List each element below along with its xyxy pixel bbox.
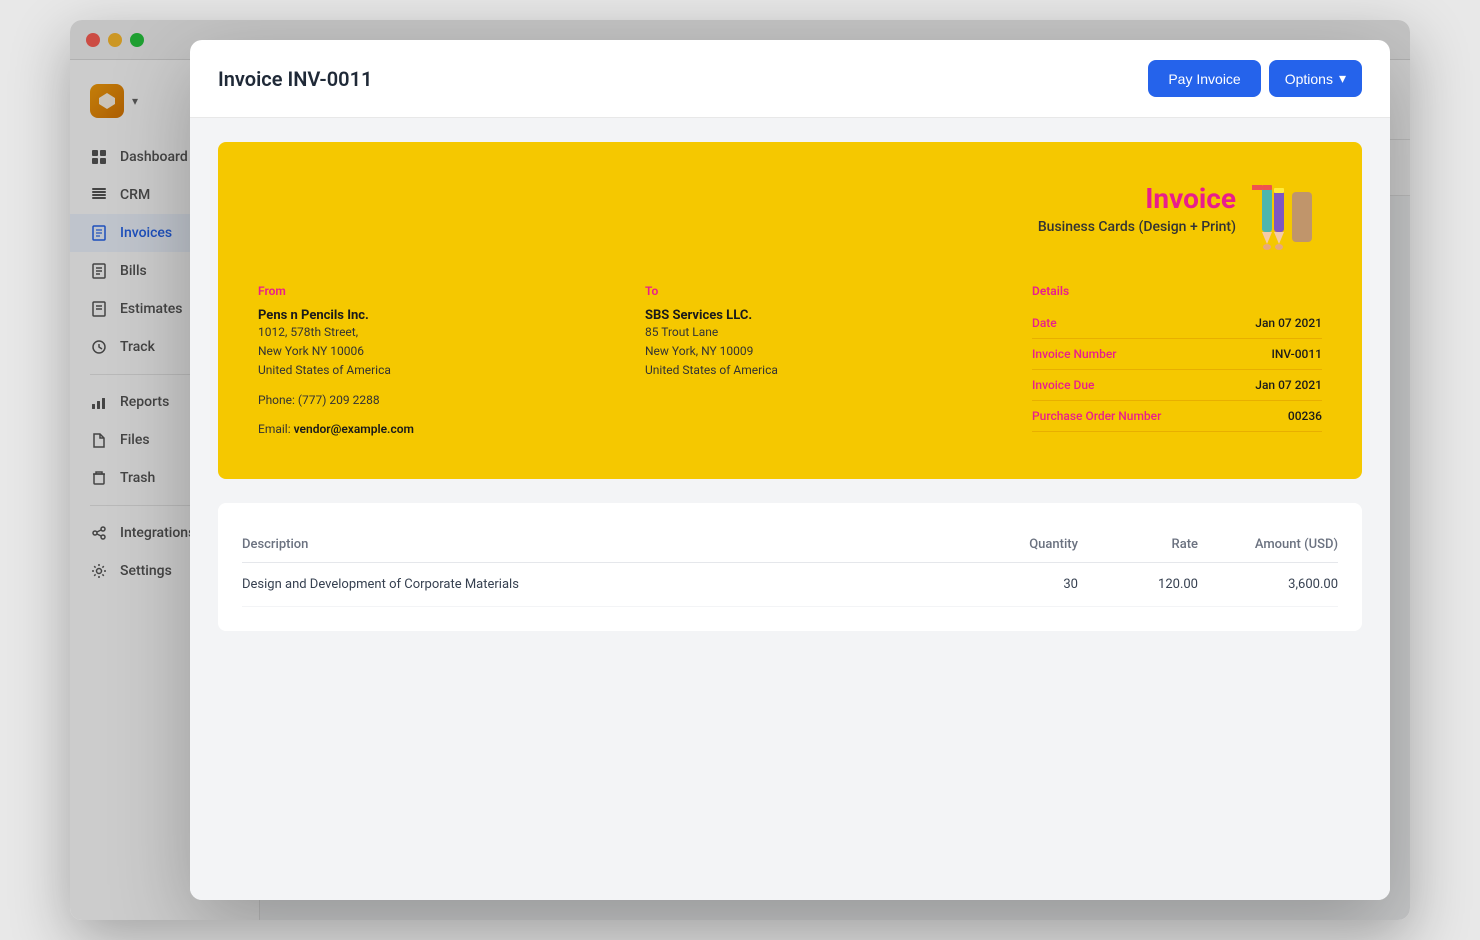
to-address2: New York, NY 10009 bbox=[645, 342, 1008, 361]
email-label: Email: bbox=[258, 422, 291, 436]
from-email-line: Email: vendor@example.com bbox=[258, 420, 621, 439]
col-description-header: Description bbox=[242, 537, 958, 552]
to-block: To SBS Services LLC. 85 Trout Lane New Y… bbox=[645, 284, 1008, 439]
from-address1: 1012, 578th Street, bbox=[258, 323, 621, 342]
invoice-details-row: From Pens n Pencils Inc. 1012, 578th Str… bbox=[258, 284, 1322, 439]
options-label: Options bbox=[1285, 71, 1333, 87]
detail-label: Date bbox=[1032, 316, 1057, 330]
from-phone: Phone: (777) 209 2288 bbox=[258, 391, 621, 410]
to-company: SBS Services LLC. bbox=[645, 308, 1008, 323]
detail-row: Date Jan 07 2021 bbox=[1032, 308, 1322, 339]
invoice-modal: Invoice INV-0011 Pay Invoice Options ▾ I… bbox=[190, 40, 1390, 900]
from-address3: United States of America bbox=[258, 361, 621, 380]
row-rate: 120.00 bbox=[1078, 577, 1198, 592]
detail-label: Invoice Due bbox=[1032, 378, 1094, 392]
items-table: Description Quantity Rate Amount (USD) D… bbox=[218, 503, 1362, 631]
from-company: Pens n Pencils Inc. bbox=[258, 308, 621, 323]
from-address2: New York NY 10006 bbox=[258, 342, 621, 361]
detail-value: 00236 bbox=[1288, 409, 1322, 423]
modal-header: Invoice INV-0011 Pay Invoice Options ▾ bbox=[190, 40, 1390, 118]
details-rows: Date Jan 07 2021 Invoice Number INV-0011… bbox=[1032, 308, 1322, 432]
invoice-word: Invoice bbox=[1038, 182, 1236, 215]
table-rows: Design and Development of Corporate Mate… bbox=[242, 563, 1338, 607]
to-address3: United States of America bbox=[645, 361, 1008, 380]
detail-label: Purchase Order Number bbox=[1032, 409, 1161, 423]
detail-row: Invoice Due Jan 07 2021 bbox=[1032, 370, 1322, 401]
options-chevron-icon: ▾ bbox=[1339, 70, 1346, 87]
to-label: To bbox=[645, 284, 1008, 298]
row-description: Design and Development of Corporate Mate… bbox=[242, 577, 958, 592]
detail-value: Jan 07 2021 bbox=[1255, 316, 1322, 330]
col-rate-header: Rate bbox=[1078, 537, 1198, 552]
details-label: Details bbox=[1032, 284, 1322, 298]
col-amount-header: Amount (USD) bbox=[1198, 537, 1338, 552]
table-row: Design and Development of Corporate Mate… bbox=[242, 563, 1338, 607]
detail-row: Invoice Number INV-0011 bbox=[1032, 339, 1322, 370]
detail-row: Purchase Order Number 00236 bbox=[1032, 401, 1322, 432]
col-quantity-header: Quantity bbox=[958, 537, 1078, 552]
invoice-subtitle: Business Cards (Design + Print) bbox=[1038, 219, 1236, 235]
row-amount: 3,600.00 bbox=[1198, 577, 1338, 592]
details-block: Details Date Jan 07 2021 Invoice Number … bbox=[1032, 284, 1322, 439]
invoice-document: Invoice Business Cards (Design + Print) bbox=[218, 142, 1362, 479]
detail-label: Invoice Number bbox=[1032, 347, 1117, 361]
from-email: vendor@example.com bbox=[294, 422, 414, 436]
to-address1: 85 Trout Lane bbox=[645, 323, 1008, 342]
options-button[interactable]: Options ▾ bbox=[1269, 60, 1362, 97]
row-quantity: 30 bbox=[958, 577, 1078, 592]
invoice-logo-graphic bbox=[1252, 182, 1322, 252]
table-header: Description Quantity Rate Amount (USD) bbox=[242, 527, 1338, 563]
pay-invoice-button[interactable]: Pay Invoice bbox=[1148, 60, 1260, 97]
from-label: From bbox=[258, 284, 621, 298]
modal-body: Invoice Business Cards (Design + Print) bbox=[190, 118, 1390, 900]
detail-value: Jan 07 2021 bbox=[1255, 378, 1322, 392]
modal-title: Invoice INV-0011 bbox=[218, 67, 372, 91]
from-block: From Pens n Pencils Inc. 1012, 578th Str… bbox=[258, 284, 621, 439]
detail-value: INV-0011 bbox=[1271, 347, 1322, 361]
modal-actions: Pay Invoice Options ▾ bbox=[1148, 60, 1362, 97]
